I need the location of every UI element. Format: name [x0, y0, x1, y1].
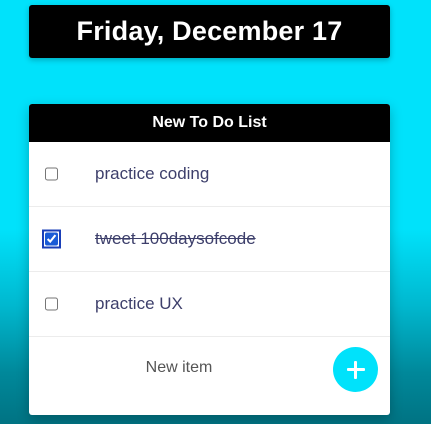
new-item-row: [29, 337, 390, 398]
list-item: practice UX: [29, 272, 390, 337]
date-heading: Friday, December 17: [76, 16, 343, 46]
list-item: tweet 100daysofcode: [29, 207, 390, 272]
todo-list-card: New To Do List practice coding tweet 100…: [29, 104, 390, 415]
item-checkbox[interactable]: [45, 297, 58, 311]
item-label: practice coding: [95, 164, 210, 183]
item-label: tweet 100daysofcode: [95, 229, 256, 248]
date-banner: Friday, December 17: [29, 5, 390, 58]
item-label: practice UX: [95, 294, 183, 313]
item-checkbox[interactable]: [42, 229, 61, 249]
list-header: New To Do List: [29, 104, 390, 142]
list-item: practice coding: [29, 142, 390, 207]
list-title: New To Do List: [152, 114, 267, 131]
add-item-button[interactable]: [333, 347, 378, 392]
new-item-input[interactable]: [29, 337, 329, 398]
plus-icon: [346, 360, 365, 379]
item-checkbox[interactable]: [45, 167, 58, 181]
